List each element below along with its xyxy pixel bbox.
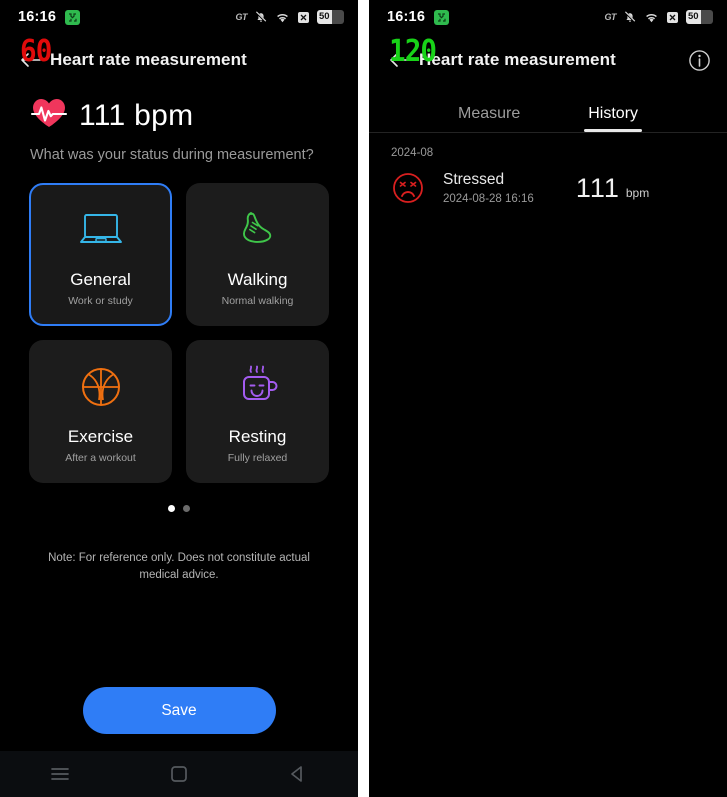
history-bpm-unit: bpm	[625, 185, 650, 200]
right-phone-screen: 16:16 GT 50 120 Heart rate measurement M…	[369, 0, 727, 797]
bell-muted-icon	[254, 10, 268, 24]
tab-measure[interactable]: Measure	[458, 105, 520, 132]
card-title: Walking	[227, 270, 288, 289]
bpm-value: 111 bpm	[79, 98, 194, 132]
status-card-grid: General Work or study Walking Normal wal…	[0, 163, 358, 483]
laptop-icon	[73, 202, 129, 258]
card-desc: After a workout	[65, 452, 136, 464]
recents-icon[interactable]	[33, 751, 87, 797]
status-question: What was your status during measurement?	[30, 147, 314, 163]
status-time: 16:16	[18, 9, 57, 25]
digital-readout-overlay: 60	[20, 34, 52, 69]
app-bar: 120 Heart rate measurement	[369, 34, 727, 86]
status-bar-right: GT 50	[235, 10, 344, 24]
status-card-general[interactable]: General Work or study	[29, 183, 172, 326]
status-time: 16:16	[387, 9, 426, 25]
page-title: Heart rate measurement	[50, 50, 247, 69]
history-row[interactable]: Stressed 2024-08-28 16:16 111 bpm	[369, 159, 727, 205]
page-title: Heart rate measurement	[419, 50, 616, 69]
status-card-exercise[interactable]: Exercise After a workout	[29, 340, 172, 483]
bell-muted-icon	[623, 10, 637, 24]
android-nav-bar	[0, 751, 358, 797]
battery-indicator: 50	[686, 10, 713, 24]
back-triangle-icon[interactable]	[271, 751, 325, 797]
wifi-icon	[275, 11, 290, 24]
history-status-label: Stressed	[443, 171, 505, 188]
app-badge-icon	[65, 9, 81, 25]
battery-level: 50	[319, 11, 330, 23]
home-icon[interactable]	[152, 751, 206, 797]
card-desc: Work or study	[68, 295, 133, 307]
tab-history[interactable]: History	[584, 105, 642, 132]
status-card-walking[interactable]: Walking Normal walking	[186, 183, 329, 326]
heart-pulse-icon	[30, 96, 68, 135]
sim-x-icon	[297, 11, 310, 24]
disclaimer-note: Note: For reference only. Does not const…	[48, 552, 310, 581]
battery-indicator: 50	[317, 10, 344, 24]
page-dot-1[interactable]	[168, 505, 175, 512]
sim-x-icon	[666, 11, 679, 24]
info-circle-icon[interactable]	[685, 46, 713, 74]
history-value-group: 111 bpm	[576, 173, 649, 204]
card-desc: Normal walking	[221, 295, 294, 307]
status-bar-right: GT 50	[604, 10, 713, 24]
stressed-face-icon	[391, 171, 425, 205]
history-bpm-value: 111	[575, 172, 620, 203]
status-bar: 16:16 GT 50	[369, 0, 727, 34]
app-bar: 60 Heart rate measurement	[0, 34, 358, 86]
card-desc: Fully relaxed	[227, 452, 288, 464]
screenshot-divider	[358, 0, 369, 797]
history-timestamp: 2024-08-28 16:16	[443, 193, 534, 205]
tab-bar: Measure History	[369, 86, 727, 133]
page-dot-2[interactable]	[183, 505, 190, 512]
bpm-reading-row: 111 bpm	[0, 86, 358, 135]
digital-readout-overlay: 120	[389, 34, 437, 69]
card-title: Resting	[228, 427, 287, 446]
status-bar-left: 16:16	[18, 9, 81, 25]
save-button[interactable]: Save	[82, 687, 276, 734]
history-row-text: Stressed 2024-08-28 16:16	[443, 171, 534, 205]
shoe-icon	[232, 202, 284, 258]
save-button-container: Save	[0, 687, 358, 734]
battery-level: 50	[688, 11, 699, 23]
carrier-label: GT	[235, 12, 248, 22]
status-bar: 16:16 GT 50	[0, 0, 358, 34]
wifi-icon	[644, 11, 659, 24]
left-phone-screen: 16:16 GT 50 60 Heart rate measurement 11…	[0, 0, 358, 797]
dual-screenshot-stage: 16:16 GT 50 60 Heart rate measurement 11…	[0, 0, 727, 797]
basketball-icon	[78, 359, 124, 415]
card-title: General	[70, 270, 131, 289]
month-header: 2024-08	[391, 147, 434, 159]
card-title: Exercise	[67, 427, 134, 446]
page-indicator	[0, 483, 358, 512]
carrier-label: GT	[604, 12, 617, 22]
coffee-cup-icon	[233, 359, 283, 415]
status-bar-left: 16:16	[387, 9, 450, 25]
app-badge-icon	[434, 9, 450, 25]
status-card-resting[interactable]: Resting Fully relaxed	[186, 340, 329, 483]
